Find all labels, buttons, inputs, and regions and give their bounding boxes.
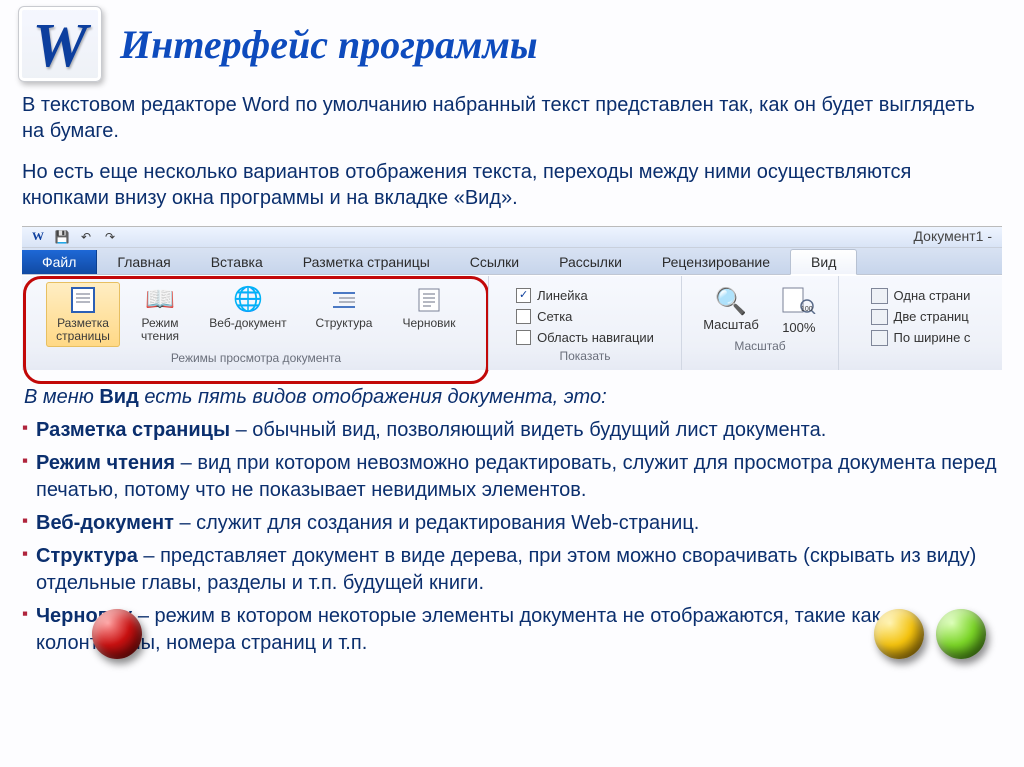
redo-icon[interactable]: ↷ bbox=[102, 229, 118, 245]
views-group-label: Режимы просмотра документа bbox=[32, 351, 480, 367]
draft-icon bbox=[412, 286, 446, 314]
reading-mode-button[interactable]: 📖 Режим чтения bbox=[130, 282, 190, 347]
print-layout-label-1: Разметка bbox=[57, 316, 109, 330]
print-layout-icon bbox=[66, 286, 100, 314]
list-item: Структура – представляет документ в виде… bbox=[22, 543, 1000, 597]
outline-icon bbox=[327, 286, 361, 314]
ribbon-screenshot: W 💾 ↶ ↷ Документ1 - Файл Главная Вставка… bbox=[22, 226, 1002, 370]
quick-access-toolbar: W 💾 ↶ ↷ Документ1 - bbox=[22, 227, 1002, 248]
svg-text:100: 100 bbox=[801, 306, 813, 313]
list-item: Режим чтения – вид при котором невозможн… bbox=[22, 450, 1000, 504]
tab-references[interactable]: Ссылки bbox=[450, 250, 539, 274]
checkbox-empty-icon bbox=[516, 330, 531, 345]
navigation-label: Область навигации bbox=[537, 330, 654, 345]
globe-icon: 🌐 bbox=[231, 286, 265, 314]
document-title: Документ1 - bbox=[914, 228, 992, 244]
lead-sentence: В меню Вид есть пять видов отображения д… bbox=[24, 386, 1000, 409]
gridlines-checkbox[interactable]: Сетка bbox=[516, 309, 654, 324]
gridlines-label: Сетка bbox=[537, 309, 572, 324]
zoom-group-label: Масштаб bbox=[690, 339, 830, 355]
checkbox-checked-icon: ✓ bbox=[516, 288, 531, 303]
red-nav-button[interactable] bbox=[92, 609, 142, 659]
save-icon[interactable]: 💾 bbox=[54, 229, 70, 245]
modes-list: Разметка страницы – обычный вид, позволя… bbox=[18, 417, 1006, 657]
word-mini-icon: W bbox=[30, 229, 46, 245]
web-layout-button[interactable]: 🌐 Веб-документ bbox=[200, 282, 296, 334]
undo-icon[interactable]: ↶ bbox=[78, 229, 94, 245]
page-width-button[interactable]: По ширине с bbox=[871, 330, 971, 346]
checkbox-empty-icon bbox=[516, 309, 531, 324]
page-title: Интерфейс программы bbox=[120, 21, 538, 68]
one-page-icon bbox=[871, 288, 888, 304]
zoom-label: Масштаб bbox=[703, 317, 759, 332]
two-pages-button[interactable]: Две страниц bbox=[871, 309, 971, 325]
outline-label: Структура bbox=[316, 317, 373, 330]
list-item: Разметка страницы – обычный вид, позволя… bbox=[22, 417, 1000, 444]
zoom-100-icon[interactable]: 100 bbox=[781, 286, 817, 320]
page-width-label: По ширине с bbox=[894, 330, 971, 345]
ruler-label: Линейка bbox=[537, 288, 588, 303]
book-icon: 📖 bbox=[143, 286, 177, 314]
list-item: Черновик – режим в котором некоторые эле… bbox=[22, 603, 1000, 657]
reading-label-2: чтения bbox=[141, 329, 179, 343]
word-glyph: W bbox=[32, 15, 87, 77]
tab-mailings[interactable]: Рассылки bbox=[539, 250, 642, 274]
ribbon-body: Разметка страницы 📖 Режим чтения 🌐 bbox=[22, 275, 1002, 370]
draft-button[interactable]: Черновик bbox=[392, 282, 466, 334]
amber-nav-button[interactable] bbox=[874, 609, 924, 659]
outline-button[interactable]: Структура bbox=[306, 282, 382, 334]
ribbon-tabs: Файл Главная Вставка Разметка страницы С… bbox=[22, 248, 1002, 275]
zoom-value: 100% bbox=[782, 320, 815, 335]
intro-paragraph-2: Но есть еще несколько вариантов отображе… bbox=[22, 159, 1002, 212]
tab-file[interactable]: Файл bbox=[22, 250, 97, 274]
tab-layout[interactable]: Разметка страницы bbox=[283, 250, 450, 274]
one-page-label: Одна страни bbox=[894, 288, 971, 303]
web-layout-label: Веб-документ bbox=[209, 317, 286, 330]
zoom-icon[interactable]: 🔍 bbox=[715, 286, 747, 317]
two-pages-icon bbox=[871, 309, 888, 325]
reading-label-1: Режим bbox=[142, 316, 179, 330]
word-logo: W bbox=[18, 6, 102, 82]
page-width-icon bbox=[871, 330, 888, 346]
list-item: Веб-документ – служит для создания и ред… bbox=[22, 510, 1000, 537]
ruler-checkbox[interactable]: ✓ Линейка bbox=[516, 288, 654, 303]
tab-insert[interactable]: Вставка bbox=[191, 250, 283, 274]
one-page-button[interactable]: Одна страни bbox=[871, 288, 971, 304]
print-layout-button[interactable]: Разметка страницы bbox=[46, 282, 120, 347]
navigation-checkbox[interactable]: Область навигации bbox=[516, 330, 654, 345]
intro-paragraph-1: В текстовом редакторе Word по умолчанию … bbox=[22, 92, 1002, 145]
tab-view[interactable]: Вид bbox=[790, 249, 857, 275]
two-pages-label: Две страниц bbox=[894, 309, 969, 324]
print-layout-label-2: страницы bbox=[56, 329, 110, 343]
show-group-label: Показать bbox=[497, 349, 673, 365]
tab-review[interactable]: Рецензирование bbox=[642, 250, 790, 274]
green-nav-button[interactable] bbox=[936, 609, 986, 659]
tab-home[interactable]: Главная bbox=[97, 250, 190, 274]
draft-label: Черновик bbox=[403, 317, 456, 330]
